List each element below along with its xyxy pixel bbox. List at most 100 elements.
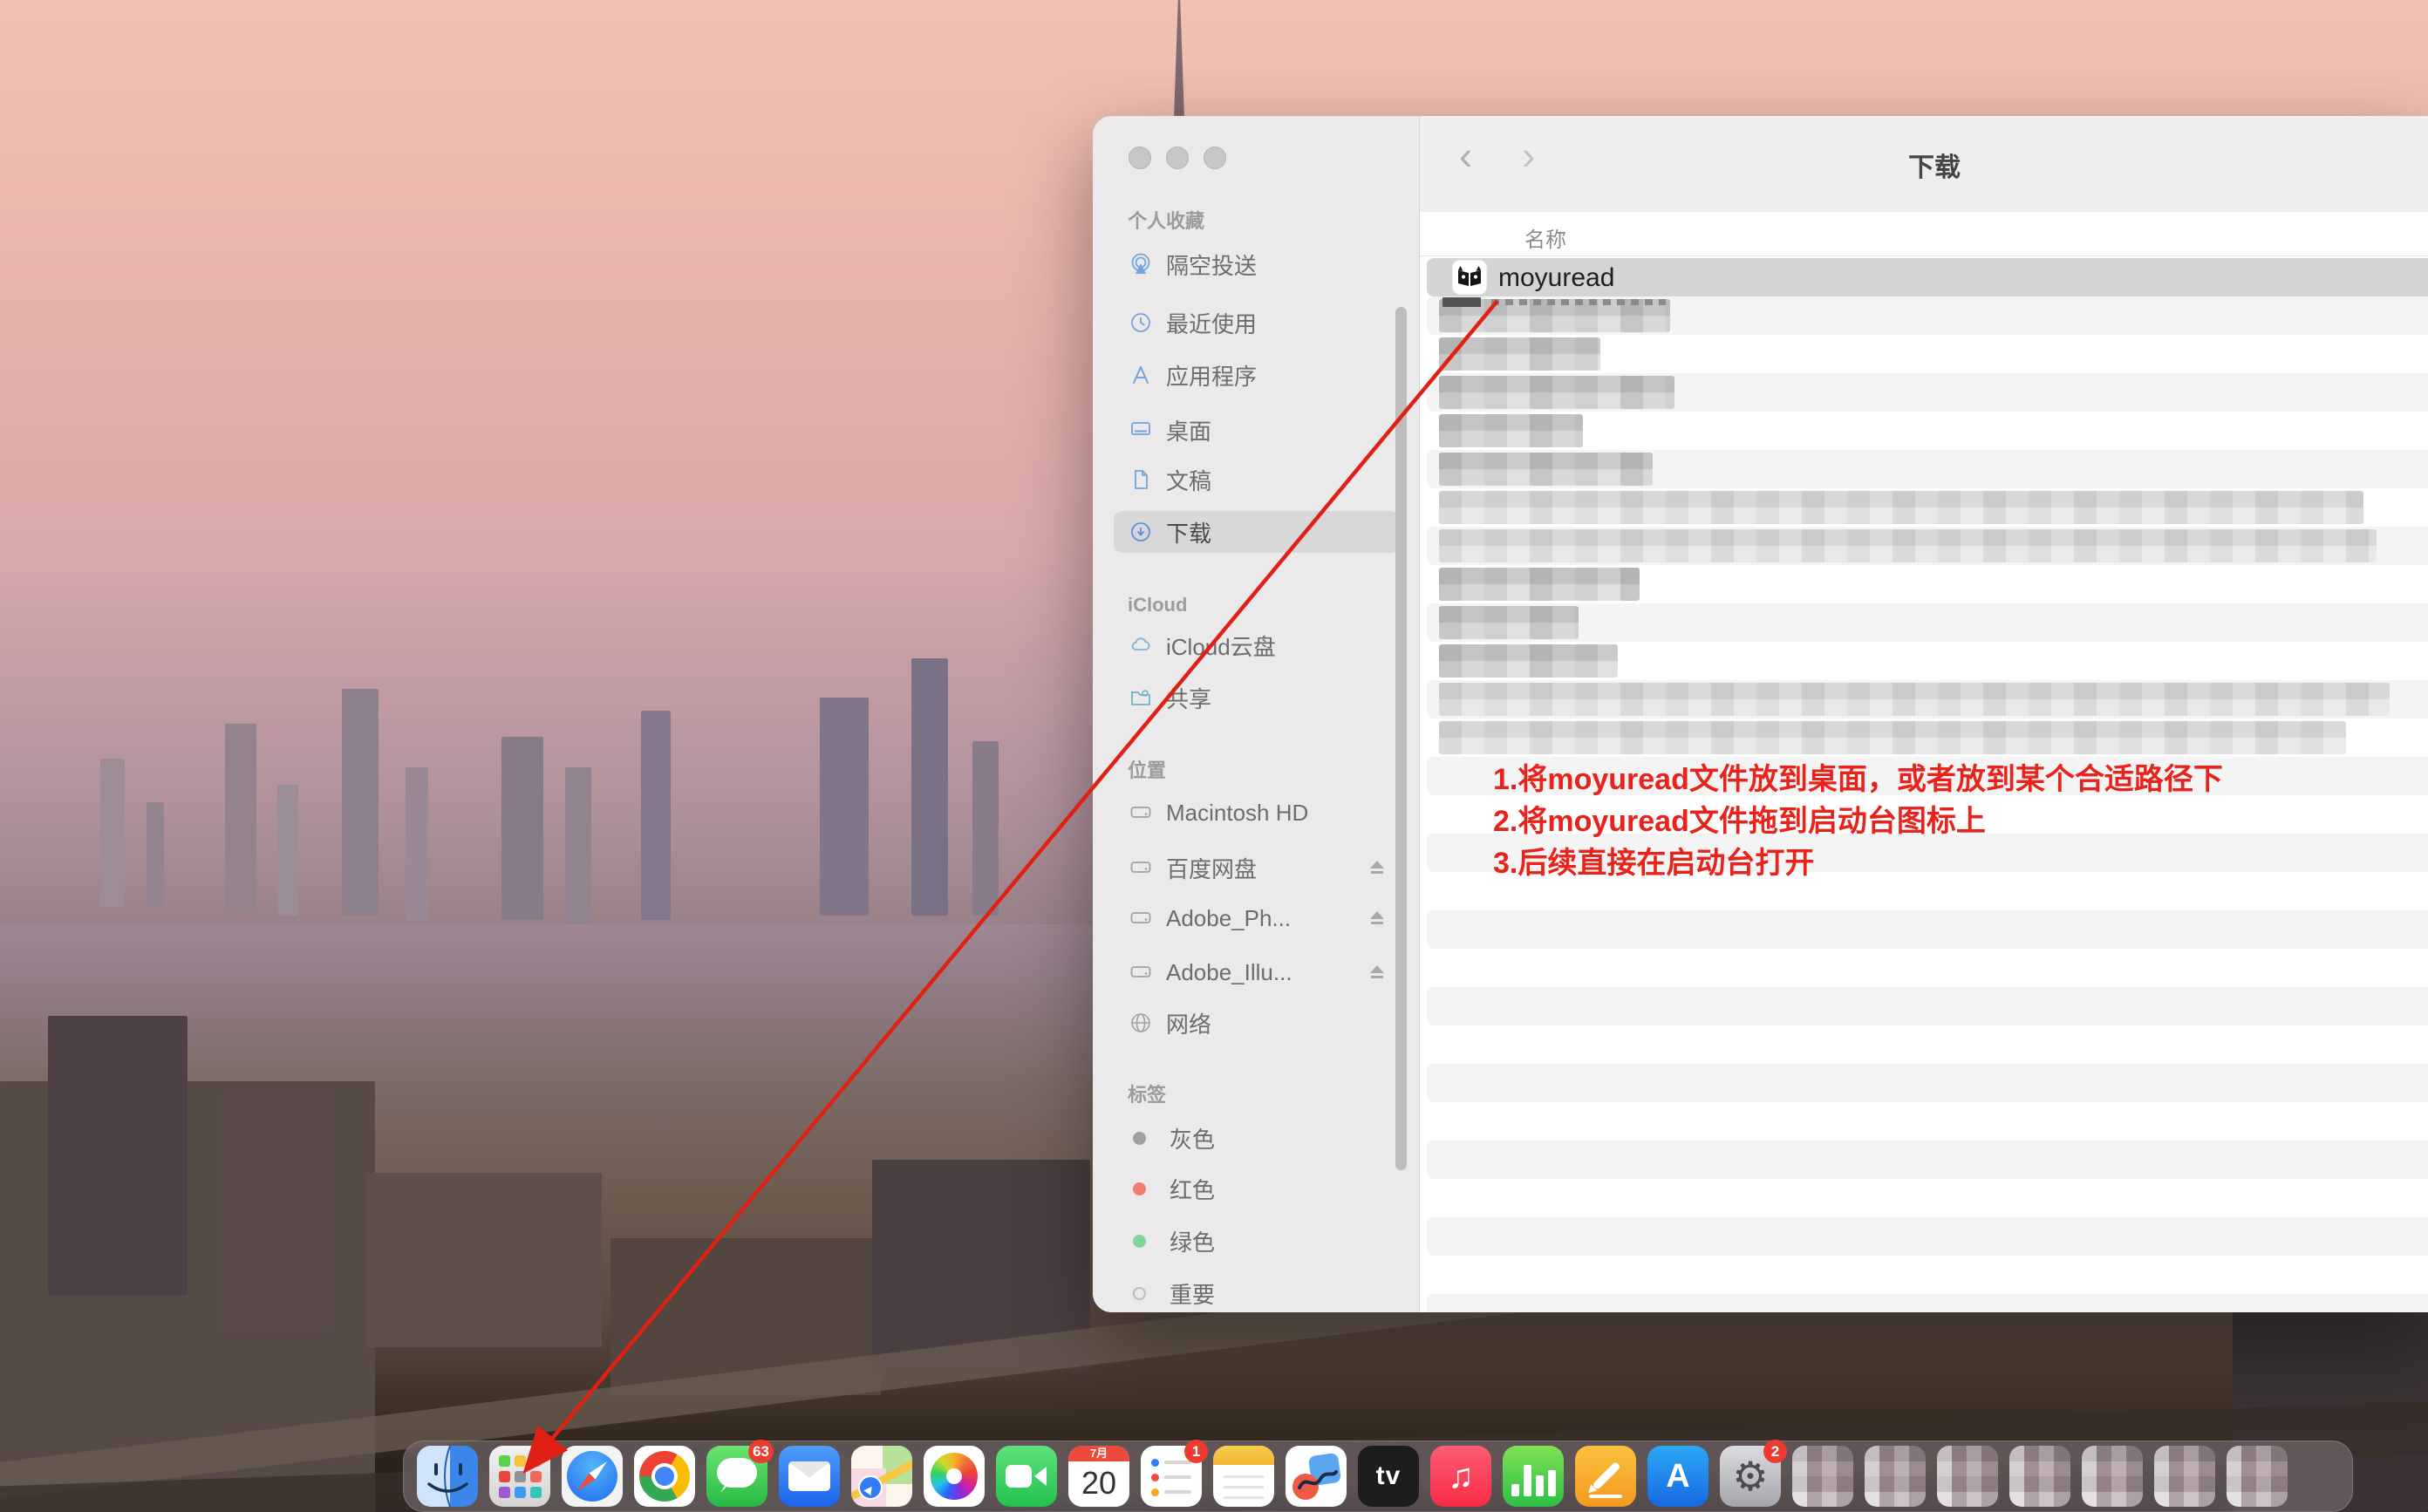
- dock-safari-icon[interactable]: [562, 1446, 623, 1507]
- sidebar-item-tag-important[interactable]: 重要: [1114, 1272, 1399, 1312]
- sidebar-item-network[interactable]: 网络: [1114, 1002, 1399, 1044]
- dock-appstore-icon[interactable]: A: [1647, 1446, 1708, 1507]
- file-row-redacted[interactable]: [1427, 488, 2428, 527]
- sidebar-item-tag-gray[interactable]: 灰色: [1114, 1117, 1399, 1159]
- sidebar-item-recents[interactable]: 最近使用: [1114, 302, 1399, 344]
- list-header[interactable]: 名称: [1420, 212, 2428, 255]
- sidebar-item-label: 最近使用: [1166, 307, 1257, 339]
- file-row-redacted[interactable]: [1427, 565, 2428, 603]
- annotation-line-3: 3.后续直接在启动台打开: [1493, 844, 2223, 886]
- annotation-line-1: 1.将moyuread文件放到桌面，或者放到某个合适路径下: [1493, 760, 2223, 802]
- file-row-empty: [1427, 987, 2428, 1025]
- dock-redacted-icon[interactable]: [1792, 1446, 1853, 1507]
- dock-calendar-icon[interactable]: 7月 20: [1068, 1446, 1129, 1507]
- dock-messages-icon[interactable]: 63: [706, 1446, 767, 1507]
- file-row-empty: [1427, 1256, 2428, 1294]
- window-title: 下载: [1908, 146, 1961, 184]
- eject-icon[interactable]: [1367, 909, 1387, 928]
- dock-maps-icon[interactable]: [851, 1446, 912, 1507]
- sidebar-item-label: 隔空投送: [1166, 249, 1257, 281]
- sidebar-item-label: 共享: [1166, 682, 1211, 714]
- sidebar-item-label: Adobe_Illu...: [1166, 959, 1292, 986]
- sidebar-section-favorites: 个人收藏: [1128, 206, 1204, 234]
- dock-freeform-icon[interactable]: [1286, 1446, 1347, 1507]
- file-row-empty: [1427, 1064, 2428, 1102]
- file-row-redacted[interactable]: [1427, 335, 2428, 373]
- sidebar-item-downloads[interactable]: 下载: [1114, 511, 1399, 553]
- sidebar-item-shared[interactable]: 共享: [1114, 677, 1399, 719]
- dock-redacted-icon[interactable]: [2009, 1446, 2070, 1507]
- dock-launchpad-icon[interactable]: [489, 1446, 550, 1507]
- sidebar-item-applications[interactable]: 应用程序: [1114, 354, 1399, 396]
- dock-photos-icon[interactable]: [924, 1446, 985, 1507]
- drive-icon: [1129, 801, 1152, 824]
- dock-facetime-icon[interactable]: [996, 1446, 1057, 1507]
- back-button[interactable]: ‹: [1459, 132, 1472, 179]
- sidebar-item-tag-green[interactable]: 绿色: [1114, 1220, 1399, 1262]
- sidebar-item-label: Macintosh HD: [1166, 800, 1308, 827]
- drive-icon: [1129, 907, 1152, 930]
- sidebar-item-documents[interactable]: 文稿: [1114, 459, 1399, 501]
- dock-redacted-icon[interactable]: [1937, 1446, 1998, 1507]
- file-row-redacted[interactable]: [1427, 412, 2428, 450]
- reminders-badge: 1: [1184, 1440, 1208, 1463]
- dock-music-icon[interactable]: ♫: [1430, 1446, 1491, 1507]
- redacted-filename: [1439, 606, 1579, 639]
- file-row-empty: [1427, 1102, 2428, 1141]
- file-row-redacted[interactable]: [1427, 680, 2428, 719]
- dock-mail-icon[interactable]: [779, 1446, 840, 1507]
- dock-redacted-icon[interactable]: [2227, 1446, 2288, 1507]
- zoom-button[interactable]: [1204, 146, 1226, 169]
- forward-button[interactable]: ›: [1522, 132, 1535, 179]
- file-row-redacted[interactable]: [1427, 603, 2428, 642]
- annotation-line-2: 2.将moyuread文件拖到启动台图标上: [1493, 802, 2223, 844]
- dock-redacted-icon[interactable]: [2154, 1446, 2215, 1507]
- dock-appletv-icon[interactable]: tv: [1358, 1446, 1419, 1507]
- filename-remnant: [1491, 299, 1666, 305]
- sidebar-item-icloud-drive[interactable]: iCloud云盘: [1114, 624, 1399, 666]
- airdrop-icon: [1129, 253, 1152, 276]
- eject-icon[interactable]: [1367, 963, 1387, 982]
- minimize-button[interactable]: [1166, 146, 1189, 169]
- name-column-header[interactable]: 名称: [1524, 222, 1566, 253]
- dock-numbers-icon[interactable]: [1503, 1446, 1564, 1507]
- redacted-filename: [1439, 683, 2390, 716]
- file-row-redacted[interactable]: [1427, 373, 2428, 412]
- sidebar-item-adobe-ph[interactable]: Adobe_Ph...: [1114, 897, 1399, 939]
- sidebar-scrollbar[interactable]: [1395, 307, 1407, 1170]
- sidebar-item-label: 绿色: [1170, 1225, 1215, 1257]
- dock-pages-icon[interactable]: [1575, 1446, 1636, 1507]
- dock-settings-icon[interactable]: ⚙ 2: [1720, 1446, 1781, 1507]
- music-note-icon: ♫: [1430, 1446, 1491, 1507]
- building-silhouette: [972, 741, 999, 916]
- sidebar-item-tag-red[interactable]: 红色: [1114, 1168, 1399, 1209]
- close-button[interactable]: [1129, 146, 1151, 169]
- appstore-a-icon: [1129, 364, 1152, 386]
- gray-tag-dot-icon: [1133, 1132, 1146, 1145]
- dock-notes-icon[interactable]: [1213, 1446, 1274, 1507]
- dock-reminders-icon[interactable]: 1: [1141, 1446, 1202, 1507]
- dock-finder-icon[interactable]: [417, 1446, 478, 1507]
- sidebar-item-airdrop[interactable]: 隔空投送: [1114, 243, 1399, 285]
- sidebar-item-baidu-drive[interactable]: 百度网盘: [1114, 847, 1399, 889]
- file-row-empty: [1427, 949, 2428, 987]
- file-row-redacted[interactable]: [1427, 527, 2428, 565]
- redacted-filename: [1439, 491, 2363, 524]
- sidebar-item-macintosh-hd[interactable]: Macintosh HD: [1114, 792, 1399, 834]
- sidebar-item-label: 应用程序: [1166, 359, 1257, 392]
- file-row-redacted[interactable]: [1427, 719, 2428, 757]
- header-divider: [1420, 255, 2428, 256]
- dock-redacted-icon[interactable]: [1865, 1446, 1926, 1507]
- file-row-selected[interactable]: moyuread: [1427, 258, 2428, 296]
- sidebar-item-desktop[interactable]: 桌面: [1114, 409, 1399, 451]
- dock-redacted-icon[interactable]: [2082, 1446, 2143, 1507]
- file-row-redacted[interactable]: [1427, 450, 2428, 488]
- launchpad-grid: [489, 1446, 550, 1507]
- building-silhouette: [222, 1094, 331, 1330]
- document-icon: [1129, 468, 1152, 491]
- file-row-redacted[interactable]: [1427, 296, 2428, 335]
- sidebar-item-adobe-illu[interactable]: Adobe_Illu...: [1114, 951, 1399, 993]
- file-row-redacted[interactable]: [1427, 642, 2428, 680]
- eject-icon[interactable]: [1367, 858, 1387, 877]
- dock-chrome-icon[interactable]: [634, 1446, 695, 1507]
